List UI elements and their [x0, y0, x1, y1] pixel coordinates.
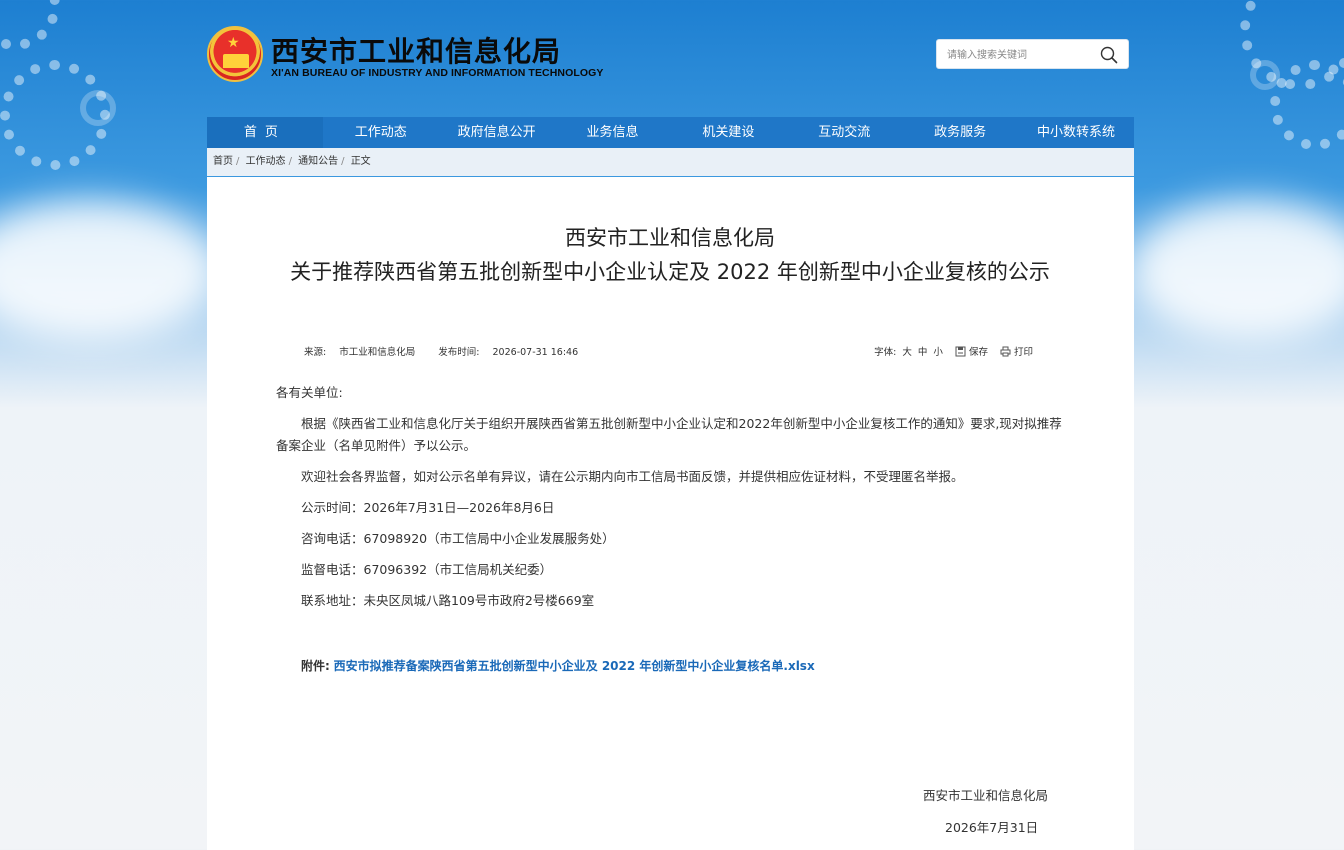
- save-icon: [955, 346, 966, 357]
- breadcrumb: 首页 / 工作动态 / 通知公告 / 正文: [207, 148, 1134, 176]
- site-title[interactable]: 西安市工业和信息化局: [271, 30, 561, 70]
- paragraph-address: 联系地址：未央区凤城八路109号市政府2号楼669室: [301, 593, 595, 608]
- breadcrumb-current: 正文: [350, 156, 371, 167]
- cloud-decoration: [1130, 200, 1344, 340]
- article-title-line2: 关于推荐陕西省第五批创新型中小企业认定及 2022 年创新型中小企业复核的公示: [290, 260, 1050, 284]
- search-box: [936, 39, 1129, 69]
- attachment: 附件: 西安市拟推荐备案陕西省第五批创新型中小企业及 2022 年创新型中小企业…: [301, 657, 815, 674]
- font-small-button[interactable]: 小: [933, 344, 943, 358]
- breadcrumb-notices[interactable]: 通知公告: [298, 156, 338, 167]
- article-meta: 来源: 市工业和信息化局 发布时间: 2026-07-31 16:46 字体: …: [277, 344, 1063, 360]
- national-emblem-icon[interactable]: ★: [207, 26, 263, 82]
- main-nav: 首页 工作动态 政府信息公开 业务信息 机关建设 互动交流 政务服务 中小数转系…: [207, 117, 1134, 148]
- publish-time-label: 发布时间:: [438, 347, 480, 358]
- paragraph-supervise-phone: 监督电话：67096392（市工信局机关纪委）: [301, 562, 553, 577]
- print-button[interactable]: 打印: [1000, 344, 1033, 358]
- article-container: 西安市工业和信息化局 关于推荐陕西省第五批创新型中小企业认定及 2022 年创新…: [207, 177, 1134, 850]
- nav-item-interaction[interactable]: 互动交流: [786, 117, 902, 148]
- nav-item-gov-info[interactable]: 政府信息公开: [439, 117, 555, 148]
- source-label: 来源: 市工业和信息化局: [304, 347, 425, 358]
- publish-time: 发布时间: 2026-07-31 16:46: [438, 347, 588, 358]
- printer-icon: [1000, 346, 1011, 357]
- gear-decoration: [1250, 60, 1280, 90]
- nav-item-org-building[interactable]: 机关建设: [671, 117, 787, 148]
- font-medium-button[interactable]: 中: [918, 344, 928, 358]
- publish-time-value: 2026-07-31 16:46: [492, 347, 579, 358]
- breadcrumb-work-news[interactable]: 工作动态: [246, 156, 286, 167]
- save-button[interactable]: 保存: [955, 344, 988, 358]
- greeting: 各有关单位:: [276, 385, 343, 400]
- search-input[interactable]: [947, 46, 1097, 64]
- source-value: 市工业和信息化局: [339, 347, 416, 358]
- attachment-link[interactable]: 西安市拟推荐备案陕西省第五批创新型中小企业及 2022 年创新型中小企业复核名单…: [334, 659, 815, 673]
- signature-org: 西安市工业和信息化局: [923, 788, 1049, 803]
- source-label-text: 来源:: [304, 347, 327, 358]
- font-size-label: 字体:: [874, 347, 897, 358]
- paragraph-publicity-period: 公示时间：2026年7月31日—2026年8月6日: [301, 500, 555, 515]
- site-subtitle: XI'AN BUREAU OF INDUSTRY AND INFORMATION…: [271, 67, 604, 79]
- nav-item-gov-service[interactable]: 政务服务: [902, 117, 1018, 148]
- attachment-label: 附件:: [301, 659, 330, 673]
- nav-item-home[interactable]: 首页: [207, 117, 323, 148]
- paragraph: 欢迎社会各界监督，如对公示名单有异议，请在公示期内向市工信局书面反馈，并提供相应…: [301, 469, 964, 484]
- site-header: ★ 西安市工业和信息化局 XI'AN BUREAU OF INDUSTRY AN…: [207, 20, 1134, 100]
- paragraph-consult-phone: 咨询电话：67098920（市工信局中小企业发展服务处）: [301, 531, 615, 546]
- signature-date: 2026年7月31日: [945, 820, 1039, 835]
- cloud-decoration: [0, 200, 220, 340]
- gear-decoration: [80, 90, 116, 126]
- search-icon[interactable]: [1100, 46, 1118, 64]
- article-title-line1: 西安市工业和信息化局: [565, 226, 775, 250]
- article-body: 各有关单位: 根据《陕西省工业和信息化厅关于组织开展陕西省第五批创新型中小企业认…: [276, 382, 1068, 621]
- nav-item-work-news[interactable]: 工作动态: [323, 117, 439, 148]
- gear-decoration: [1270, 60, 1344, 150]
- save-label: 保存: [968, 347, 988, 358]
- nav-item-sme-system[interactable]: 中小数转系统: [1018, 117, 1134, 148]
- gear-decoration: [0, 0, 60, 50]
- nav-item-business-info[interactable]: 业务信息: [555, 117, 671, 148]
- article-title: 西安市工业和信息化局 关于推荐陕西省第五批创新型中小企业认定及 2022 年创新…: [267, 221, 1073, 289]
- font-large-button[interactable]: 大: [902, 344, 912, 358]
- print-label: 打印: [1013, 347, 1033, 358]
- paragraph: 根据《陕西省工业和信息化厅关于组织开展陕西省第五批创新型中小企业认定和2022年…: [276, 416, 1062, 453]
- breadcrumb-home[interactable]: 首页: [213, 156, 233, 167]
